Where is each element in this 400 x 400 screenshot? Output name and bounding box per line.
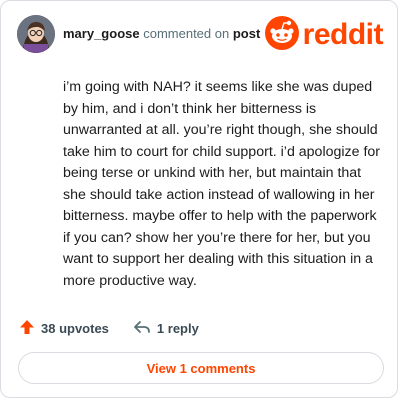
reddit-logo[interactable]: reddit — [264, 15, 384, 55]
post-link[interactable]: post — [233, 26, 260, 41]
upvote-arrow-icon — [19, 319, 41, 338]
comment-body: i’m going with NAH? it seems like she wa… — [63, 79, 381, 289]
reddit-snoo-icon — [264, 15, 299, 55]
comment-card: mary_goose commented on post reddit i’m … — [0, 0, 398, 398]
commented-on-label: commented on — [143, 26, 230, 41]
comment-header: mary_goose commented on post reddit — [17, 15, 384, 55]
comment-actions: 38 upvotes 1 reply — [19, 317, 223, 339]
reply-arrow-icon — [133, 320, 157, 337]
reply-button[interactable]: 1 reply — [133, 320, 199, 337]
reddit-wordmark: reddit — [302, 18, 384, 51]
upvote-count: 38 upvotes — [41, 320, 109, 336]
upvote-button[interactable]: 38 upvotes — [19, 319, 109, 338]
avatar[interactable] — [17, 15, 55, 53]
username-link[interactable]: mary_goose — [63, 26, 140, 41]
comment-meta: mary_goose commented on post — [63, 26, 260, 41]
reply-count: 1 reply — [156, 320, 199, 336]
view-comments-button[interactable]: View 1 comments — [18, 352, 384, 384]
